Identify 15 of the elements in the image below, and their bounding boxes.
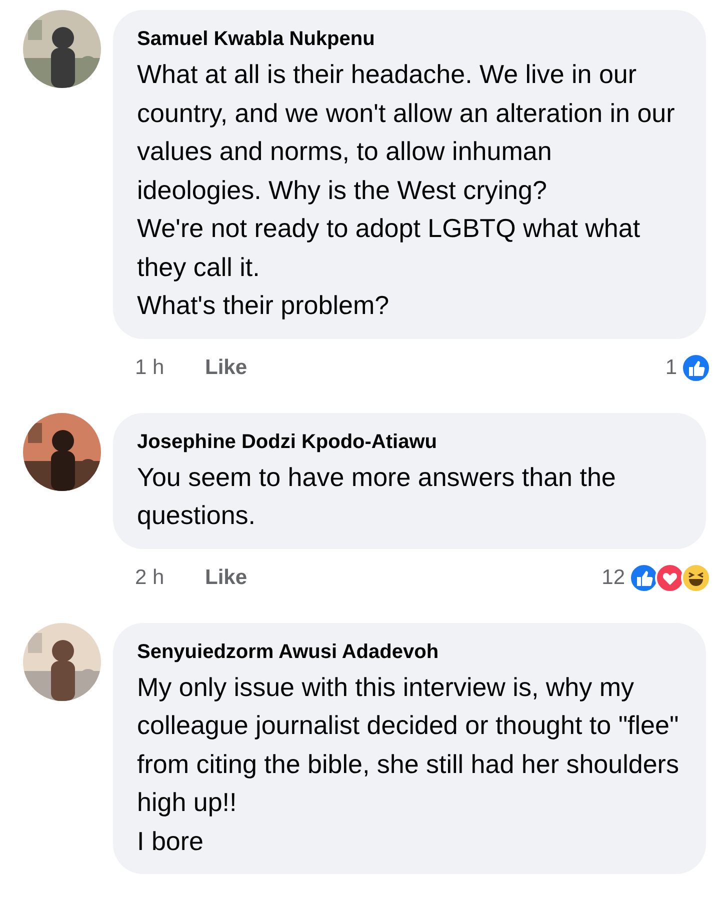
author-name[interactable]: Josephine Dodzi Kpodo-Atiawu [137, 430, 682, 454]
timestamp: 2 h [135, 566, 166, 590]
thumbs-up-icon [681, 352, 711, 382]
comment-text: What at all is their headache. We live in our country, and we won't allow an alteration in our values and norms, to allow inhuman ideologies. Why is the West crying? We're not ready to adopt LGBTQ what what they call it. What's their problem? [137, 58, 676, 322]
thumbs-up-icon [629, 562, 659, 592]
laughing-emoji-icon [681, 562, 711, 592]
like-link[interactable]: Like [205, 356, 248, 380]
reaction-count[interactable]: 1 [665, 356, 677, 380]
comment-text: My only issue with this interview is, why my colleague journalist decided or thought to "flee" from citing the bible, she still had her shoulders high up!! I bore [137, 670, 680, 858]
comment-text: You seem to have more answers than the questions. [137, 460, 617, 532]
like-link[interactable]: Like [205, 566, 248, 590]
author-name[interactable]: Senyuiedzorm Awusi Adadevoh [137, 640, 682, 664]
reaction-count[interactable]: 12 [602, 566, 625, 590]
timestamp: 1 h [135, 356, 166, 380]
author-name[interactable]: Samuel Kwabla Nukpenu [137, 28, 682, 51]
